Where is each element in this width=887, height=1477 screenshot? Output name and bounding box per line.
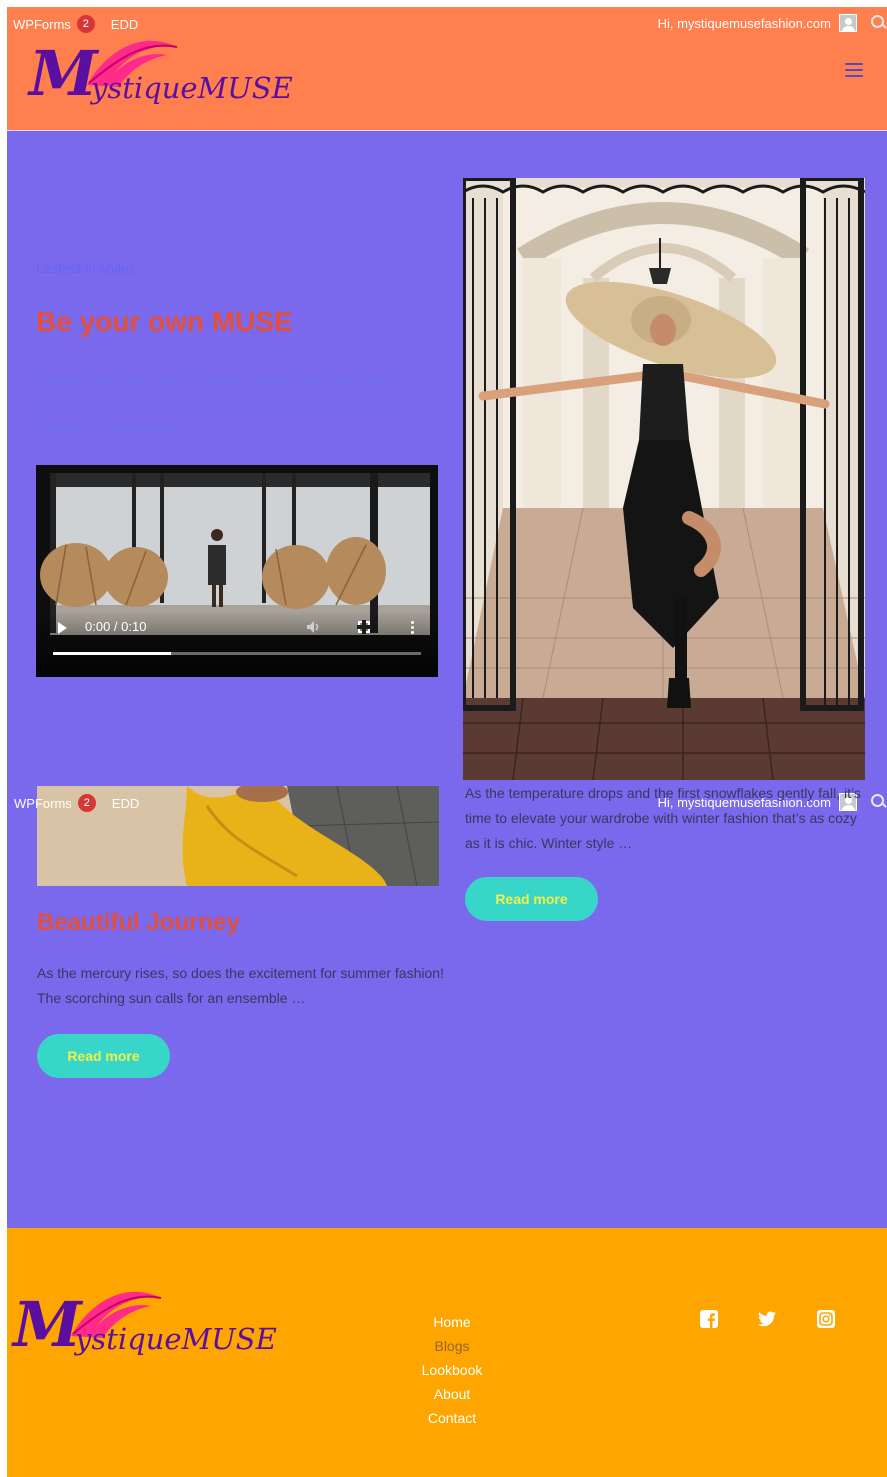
footer-nav-contact[interactable]: Contact: [397, 1406, 507, 1430]
footer-nav-lookbook[interactable]: Lookbook: [397, 1358, 507, 1382]
video-progress-track[interactable]: [53, 652, 421, 655]
user-avatar-icon[interactable]: [839, 14, 857, 32]
more-options-icon[interactable]: [411, 621, 414, 635]
facebook-icon[interactable]: [700, 1310, 718, 1328]
wpforms-menu[interactable]: WPForms: [14, 796, 72, 811]
logo-letter: M: [29, 37, 98, 110]
post-excerpt: As the temperature drops and the first s…: [465, 785, 861, 851]
user-greeting[interactable]: Hi, mystiquemusefashion.com: [658, 16, 831, 31]
video-player[interactable]: 0:00 / 0:10: [36, 465, 438, 677]
menu-toggle-icon[interactable]: [845, 63, 863, 77]
footer-logo[interactable]: M ystiqueMUSE: [11, 1276, 277, 1366]
play-icon[interactable]: [58, 622, 67, 634]
search-icon[interactable]: [871, 15, 887, 31]
instagram-icon[interactable]: [817, 1310, 835, 1328]
hero-photo: [463, 178, 865, 780]
site-logo[interactable]: M ystiqueMUSE: [27, 25, 293, 115]
footer-nav-about[interactable]: About: [397, 1382, 507, 1406]
site-header: WPForms 2 EDD Hi, mystiquemusefashion.co…: [7, 7, 887, 131]
fullscreen-icon[interactable]: [357, 620, 371, 634]
admin-bar-right: Hi, mystiquemusefashion.com: [658, 14, 887, 32]
footer-logo-letter: M: [13, 1288, 82, 1361]
wpforms-count-badge: 2: [77, 794, 96, 812]
hero-quote: “Elevate your style, set the trends, and…: [36, 373, 406, 437]
footer-logo-text: ystiqueMUSE: [75, 1322, 277, 1356]
video-time: 0:00 / 0:10: [85, 619, 147, 634]
admin-bar-left-duplicate: WPForms 2 EDD: [14, 794, 139, 812]
read-more-button[interactable]: Read more: [37, 1034, 170, 1078]
footer-nav: Home Blogs Lookbook About Contact: [397, 1310, 507, 1430]
hero-photo-image: [463, 178, 865, 780]
footer-nav-home[interactable]: Home: [397, 1310, 507, 1334]
site-footer: M ystiqueMUSE Home Blogs Lookbook About …: [7, 1228, 887, 1477]
search-icon[interactable]: [871, 794, 887, 810]
twitter-icon[interactable]: [758, 1310, 776, 1328]
hero-kicker: Lastest in styles: [36, 260, 136, 276]
logo-text: ystiqueMUSE: [91, 71, 293, 105]
read-more-button[interactable]: Read more: [465, 877, 598, 921]
main-content: Lastest in styles Be your own MUSE “Elev…: [7, 131, 887, 1228]
page: WPForms 2 EDD Hi, mystiquemusefashion.co…: [7, 7, 887, 1477]
volume-icon[interactable]: [306, 620, 322, 634]
hero-title: Be your own MUSE: [36, 306, 293, 337]
post-title[interactable]: Beautiful Journey: [37, 909, 240, 937]
edd-menu[interactable]: EDD: [112, 796, 139, 811]
footer-nav-blogs[interactable]: Blogs: [397, 1334, 507, 1358]
video-progress-fill: [53, 652, 171, 655]
post-excerpt: As the mercury rises, so does the excite…: [37, 965, 444, 1006]
